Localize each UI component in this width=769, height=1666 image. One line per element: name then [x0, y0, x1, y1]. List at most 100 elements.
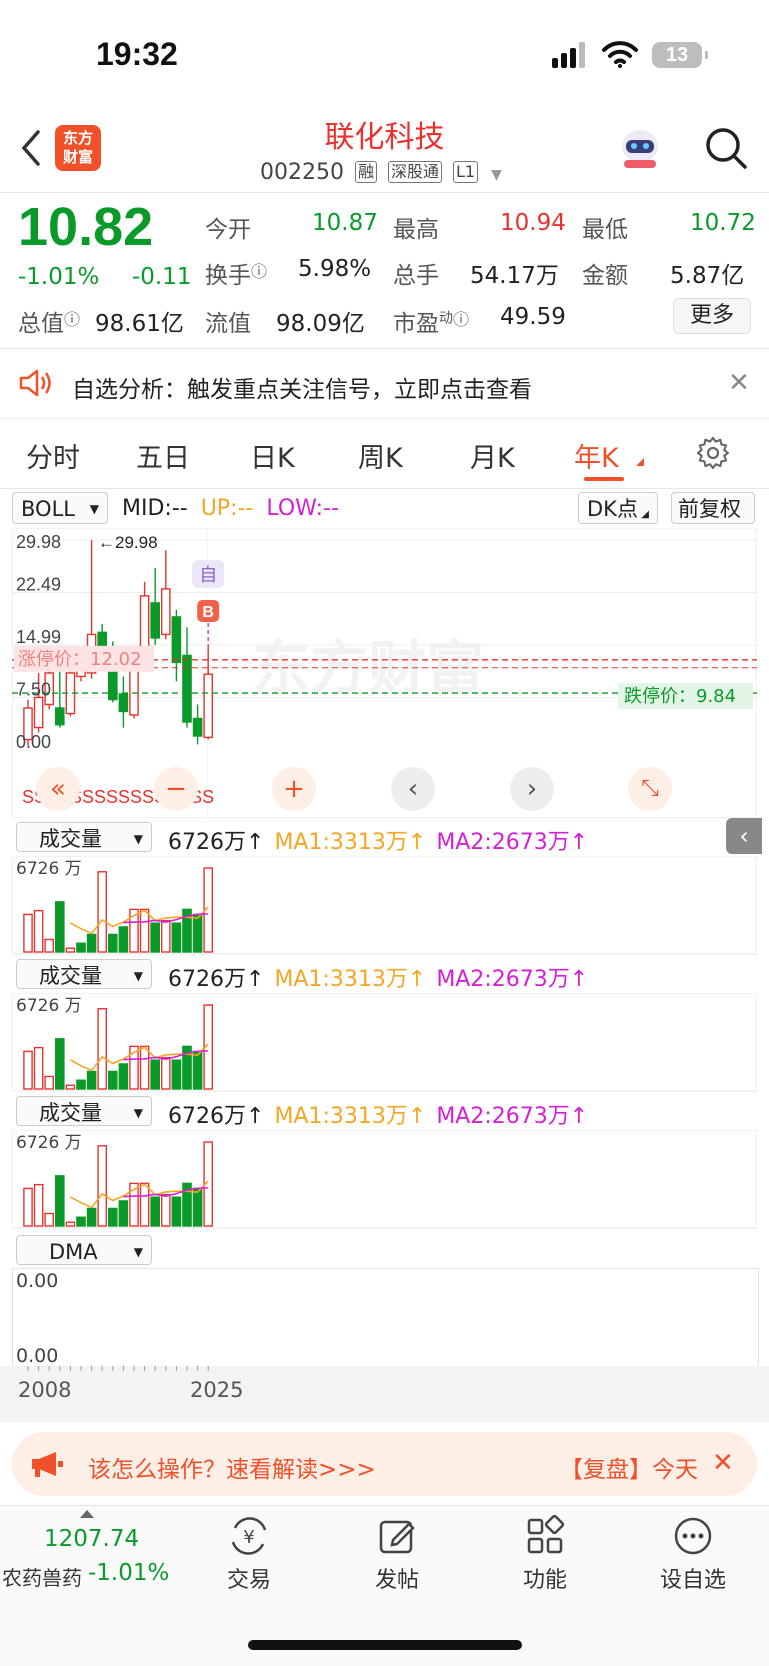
active-tab-indicator — [584, 477, 624, 481]
self-select-badge-text: 自 — [199, 565, 217, 586]
tab-monthly-k[interactable]: 月K — [470, 436, 515, 475]
volume-bar — [97, 1145, 107, 1227]
chart-watermark: 东方财富 — [252, 636, 484, 701]
index-value[interactable]: 1207.74 — [44, 1526, 139, 1552]
turnover-value: 5.98% — [298, 256, 372, 282]
low-label: 最低 — [582, 217, 628, 243]
nav-set-watchlist[interactable]: 设自选 — [638, 1510, 748, 1594]
volume-value: 6726万↑ — [168, 1104, 265, 1129]
wifi-icon — [602, 41, 638, 68]
nav-trade[interactable]: ¥ 交易 — [194, 1510, 304, 1594]
volume-bar — [150, 1059, 161, 1090]
info-icon[interactable]: ⓘ — [251, 262, 267, 281]
x-axis-end: 2025 — [190, 1378, 244, 1402]
volume-bar — [107, 933, 118, 953]
mktcap-label: 总值ⓘ — [18, 310, 81, 337]
index-expand-icon[interactable] — [80, 1510, 94, 1518]
settings-gear-icon[interactable] — [696, 436, 730, 470]
pe-label: 市盈动ⓘ — [393, 310, 470, 337]
zoom-out-button[interactable]: − — [154, 767, 198, 811]
volume-bar — [44, 1075, 54, 1090]
tab-daily-k[interactable]: 日K — [250, 436, 295, 475]
volume-bar — [192, 1187, 203, 1227]
dk-point-button[interactable]: DK点 ◢ — [578, 492, 658, 524]
boll-legend: MID:-- UP:-- LOW:-- — [122, 496, 339, 521]
volume-ma1: MA1:3313万↑ — [274, 1104, 427, 1129]
volume-bar — [65, 1221, 76, 1227]
volume-label: 总手 — [393, 263, 439, 289]
volume-bar — [44, 938, 54, 953]
more-button[interactable]: 更多 — [673, 298, 751, 334]
volume-bar — [55, 901, 65, 953]
change-pct: -1.01% — [18, 264, 100, 290]
volume-bar — [160, 1056, 171, 1090]
tab-intraday[interactable]: 分时 — [26, 436, 80, 475]
nav-functions[interactable]: 功能 — [490, 1510, 600, 1594]
limit-up-label: 涨停价：12.02 — [18, 649, 142, 670]
volume-bar — [150, 1196, 161, 1227]
open-value: 10.87 — [312, 210, 378, 236]
volume-bar — [150, 922, 161, 953]
banner-left-text[interactable]: 该怎么操作？速看解读>>> — [88, 1450, 376, 1484]
volume-bar — [97, 871, 107, 953]
banner-right-text[interactable]: 【复盘】今天 — [560, 1450, 700, 1484]
x-axis-ticks — [27, 1366, 209, 1371]
tag-margin: 融 — [354, 161, 377, 183]
fullscreen-button[interactable]: ⤡ — [628, 767, 672, 811]
volume-bar — [139, 908, 150, 953]
zoom-in-button[interactable]: + — [272, 767, 316, 811]
boll-up: UP:-- — [200, 496, 254, 521]
change-value: -0.11 — [132, 264, 192, 290]
robot-assistant-icon[interactable] — [616, 124, 664, 172]
volume-ma2: MA2:2673万↑ — [436, 1104, 589, 1129]
volume-ma1: MA1:3313万↑ — [274, 967, 427, 992]
buy-marker-text: B — [202, 604, 214, 621]
search-icon[interactable] — [704, 126, 748, 170]
volume-chart: 6726 万 — [12, 1130, 757, 1229]
candle-body — [150, 602, 161, 639]
collapse-panel-button[interactable]: ‹ — [726, 818, 762, 854]
volume-value: 6726万↑ — [168, 830, 265, 855]
scroll-left-button[interactable]: ‹ — [391, 767, 435, 811]
amount-label: 金额 — [582, 263, 628, 289]
megaphone-icon — [32, 1452, 63, 1477]
last-price: 10.82 — [18, 197, 154, 257]
nav-post[interactable]: 发帖 — [342, 1510, 452, 1594]
info-icon[interactable]: ⓘ — [64, 310, 80, 329]
stock-code-row[interactable]: 002250 融 深股通 L1 ▼ — [260, 160, 502, 185]
tab-weekly-k[interactable]: 周K — [358, 436, 403, 475]
status-bar: 19:32 13 — [0, 0, 769, 110]
battery-indicator: 13 — [652, 42, 708, 68]
tab-yearly-k[interactable]: 年K — [574, 436, 619, 475]
volume-bar — [65, 947, 76, 953]
max-price-marker: ←29.98 — [98, 533, 158, 552]
volume-ma1: MA1:3313万↑ — [274, 830, 427, 855]
svg-text:¥: ¥ — [243, 1527, 254, 1548]
adjust-button[interactable]: 前复权 — [671, 492, 755, 524]
trade-icon: ¥ — [231, 1517, 267, 1555]
info-icon[interactable]: ⓘ — [453, 310, 469, 329]
edit-post-icon — [379, 1520, 415, 1554]
volume-selector[interactable]: 成交量 ▼ — [16, 822, 152, 852]
volume-bar — [118, 1063, 129, 1090]
banner-close-icon[interactable]: ✕ — [712, 1448, 734, 1478]
tab-five-day[interactable]: 五日 — [136, 436, 190, 475]
volume-chart: 6726 万 — [12, 993, 757, 1092]
candle-body — [171, 616, 182, 664]
zoom-out-left-button[interactable]: « — [36, 767, 80, 811]
more-dots-icon — [674, 1517, 712, 1555]
volume-selector[interactable]: 成交量 ▼ — [16, 1096, 152, 1126]
volume-selector[interactable]: 成交量 ▼ — [16, 959, 152, 989]
candle-body — [118, 693, 129, 713]
volume-bar — [76, 1216, 86, 1227]
indicator-selector[interactable]: BOLL ▼ — [12, 492, 108, 524]
volume-bar — [55, 1038, 65, 1090]
volume-bar — [192, 1050, 203, 1090]
close-icon[interactable]: ✕ — [728, 368, 750, 398]
index-name[interactable]: 农药兽药 — [2, 1562, 82, 1591]
volume-bar — [118, 926, 129, 953]
scroll-right-button[interactable]: › — [510, 767, 554, 811]
volume-top-label: 6726 万 — [16, 859, 82, 879]
x-axis-start: 2008 — [18, 1378, 72, 1402]
dma-selector[interactable]: DMA ▼ — [16, 1235, 152, 1265]
